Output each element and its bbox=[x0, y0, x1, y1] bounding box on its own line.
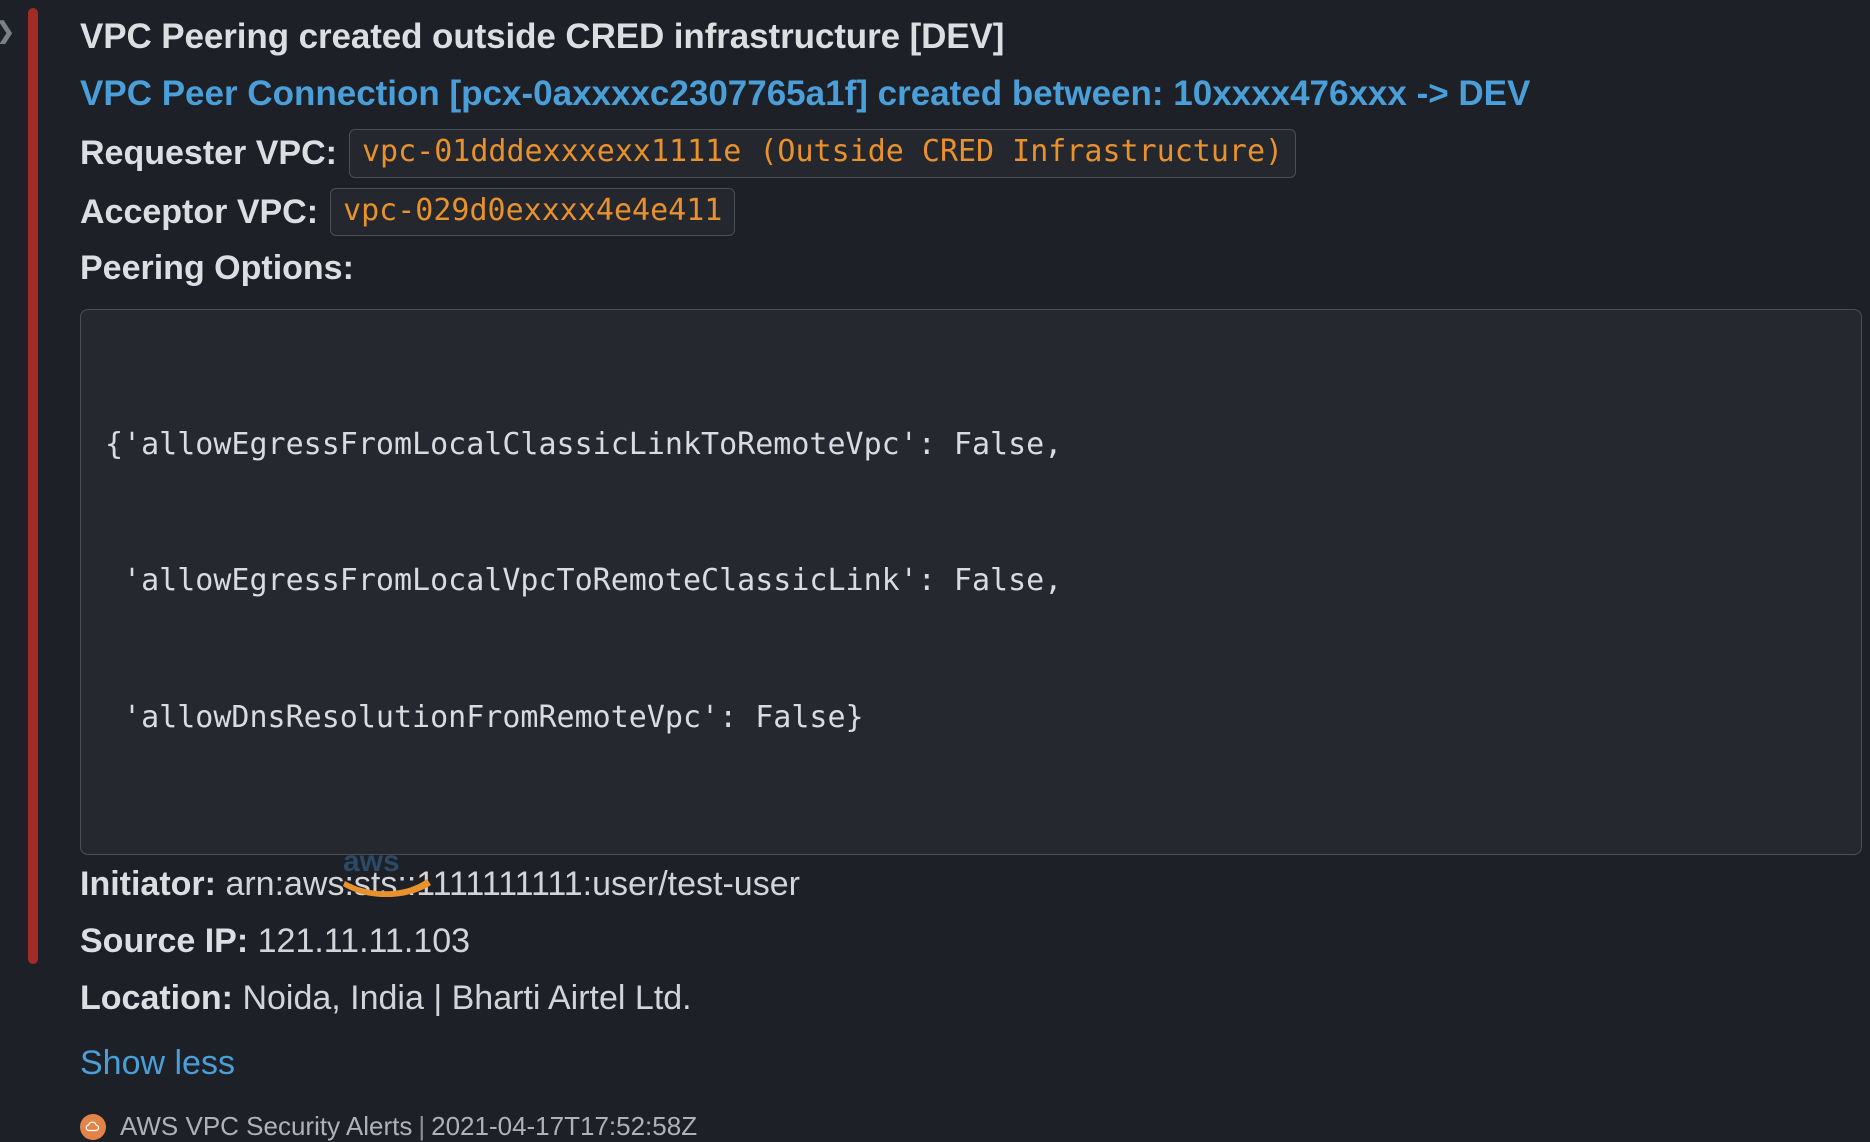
show-less-link[interactable]: Show less bbox=[80, 1038, 235, 1089]
acceptor-vpc-row: Acceptor VPC: vpc-029d0exxxx4e4e411 bbox=[80, 185, 1870, 239]
code-line: 'allowEgressFromLocalVpcToRemoteClassicL… bbox=[105, 563, 1063, 599]
requester-vpc-row: Requester VPC: vpc-01dddexxxexx1111e (Ou… bbox=[80, 126, 1870, 180]
location-value: Noida, India | Bharti Airtel Ltd. bbox=[242, 979, 692, 1018]
footer-separator: | bbox=[418, 1111, 426, 1142]
requester-vpc-value: vpc-01dddexxxexx1111e (Outside CRED Infr… bbox=[348, 129, 1297, 178]
initiator-row: Initiator: arn:aws:sts::1111111111:user/… bbox=[80, 845, 1870, 912]
cloud-icon bbox=[80, 1113, 106, 1140]
attachment-content: VPC Peering created outside CRED infrast… bbox=[80, 0, 1870, 1141]
code-line: {'allowEgressFromLocalClassicLinkToRemot… bbox=[105, 426, 1063, 462]
peering-options-label: Peering Options: bbox=[80, 248, 354, 287]
initiator-value: arn:aws:sts::1111111111:user/test-user bbox=[225, 864, 800, 903]
source-ip-row: Source IP: 121.11.11.103 bbox=[80, 914, 1870, 969]
footer-app-name[interactable]: AWS VPC Security Alerts bbox=[120, 1111, 412, 1142]
source-ip-value: 121.11.11.103 bbox=[257, 921, 471, 960]
source-ip-label: Source IP: bbox=[80, 921, 249, 960]
initiator-label: Initiator: bbox=[80, 864, 216, 903]
peering-options-code-block: {'allowEgressFromLocalClassicLinkToRemot… bbox=[80, 309, 1862, 855]
acceptor-vpc-label: Acceptor VPC: bbox=[80, 192, 319, 231]
acceptor-vpc-value: vpc-029d0exxxx4e4e411 bbox=[330, 187, 736, 236]
location-label: Location: bbox=[80, 979, 233, 1018]
attachment-accent-bar bbox=[28, 8, 38, 964]
code-line: 'allowDnsResolutionFromRemoteVpc': False… bbox=[105, 700, 864, 736]
collapse-chevron-icon[interactable]: ❯ bbox=[0, 18, 16, 44]
footer-timestamp[interactable]: 2021-04-17T17:52:58Z bbox=[431, 1111, 697, 1142]
attachment-subtitle-link[interactable]: VPC Peer Connection [pcx-0axxxxc2307765a… bbox=[80, 66, 1820, 122]
slack-message-attachment: ❯ VPC Peering created outside CRED infra… bbox=[0, 0, 1870, 1141]
location-row: Location: Noida, India | Bharti Airtel L… bbox=[80, 971, 1870, 1026]
attachment-footer: AWS VPC Security Alerts | 2021-04-17T17:… bbox=[80, 1111, 1870, 1142]
attachment-title: VPC Peering created outside CRED infrast… bbox=[80, 17, 1005, 56]
requester-vpc-label: Requester VPC: bbox=[80, 134, 337, 173]
